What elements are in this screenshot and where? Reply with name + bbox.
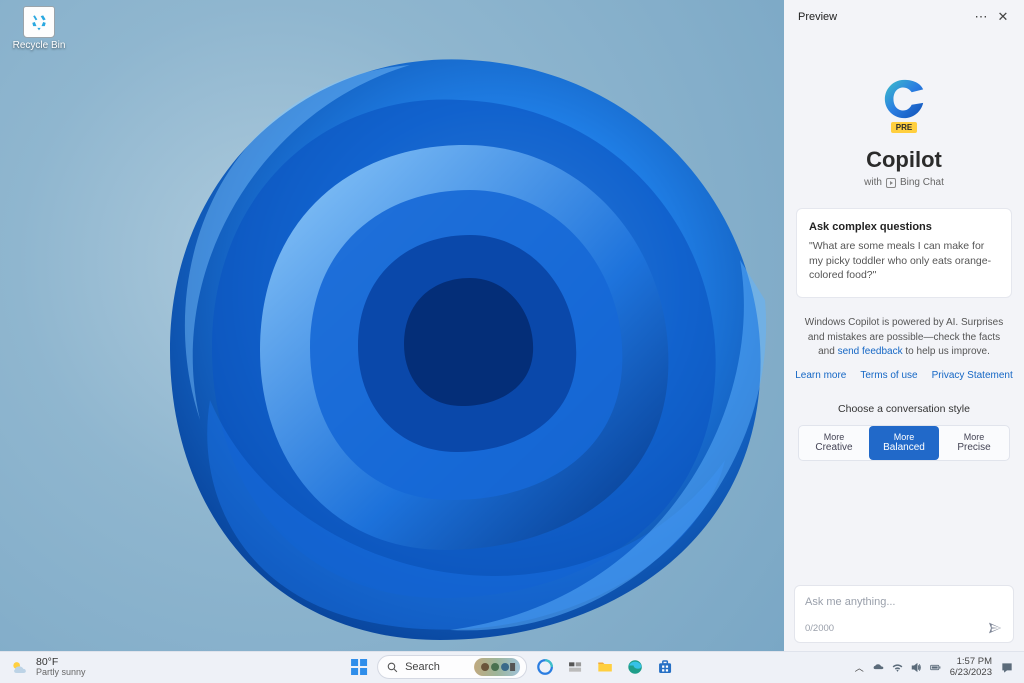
task-view-icon[interactable] (563, 655, 587, 679)
network-icon (891, 661, 904, 674)
search-label: Search (405, 661, 468, 673)
edge-icon[interactable] (623, 655, 647, 679)
char-counter: 0/2000 (805, 623, 834, 634)
recycle-bin[interactable]: Recycle Bin (10, 6, 68, 51)
search-highlight-art (474, 658, 520, 676)
start-button[interactable] (347, 655, 371, 679)
recycle-bin-label: Recycle Bin (10, 40, 68, 51)
recycle-bin-icon (23, 6, 55, 38)
clock-time: 1:57 PM (950, 657, 992, 667)
privacy-link[interactable]: Privacy Statement (932, 370, 1013, 381)
weather-cond: Partly sunny (36, 668, 86, 678)
desktop-background[interactable]: Recycle Bin (0, 0, 784, 651)
notifications-icon[interactable] (1000, 661, 1014, 675)
style-creative[interactable]: MoreCreative (799, 426, 869, 461)
search-icon (386, 661, 399, 674)
clock-date: 6/23/2023 (950, 668, 992, 678)
chat-input[interactable] (805, 596, 1003, 608)
conversation-style-label: Choose a conversation style (784, 403, 1024, 415)
store-icon[interactable] (653, 655, 677, 679)
weather-widget[interactable]: 80°F Partly sunny (10, 657, 86, 678)
chat-input-box: 0/2000 (794, 585, 1014, 643)
suggestion-card[interactable]: Ask complex questions "What are some mea… (796, 208, 1012, 298)
close-button[interactable]: ✕ (992, 6, 1014, 28)
send-feedback-link[interactable]: send feedback (838, 346, 903, 357)
onedrive-icon (872, 661, 885, 674)
style-precise[interactable]: MorePrecise (939, 426, 1009, 461)
copilot-panel: Preview ⋯ ✕ PRE Copi (784, 0, 1024, 651)
file-explorer-icon[interactable] (593, 655, 617, 679)
bing-play-icon (886, 178, 896, 188)
conversation-style-picker: MoreCreative MoreBalanced MorePrecise (798, 425, 1010, 462)
send-icon[interactable] (987, 620, 1003, 636)
tray-overflow[interactable]: ︿ (855, 661, 864, 674)
copilot-product-name: Copilot (784, 147, 1024, 173)
terms-link[interactable]: Terms of use (860, 370, 917, 381)
system-tray[interactable] (872, 661, 942, 674)
copilot-header-title: Preview (798, 11, 837, 23)
copilot-logo-icon: PRE (784, 76, 1024, 137)
taskbar: 80°F Partly sunny Search (0, 651, 1024, 683)
weather-icon (10, 658, 30, 678)
taskbar-clock[interactable]: 1:57 PM 6/23/2023 (950, 657, 992, 678)
preview-badge: PRE (891, 122, 917, 133)
suggestion-card-title: Ask complex questions (809, 221, 999, 233)
learn-more-link[interactable]: Learn more (795, 370, 846, 381)
volume-icon (910, 661, 923, 674)
suggestion-card-body: "What are some meals I can make for my p… (809, 239, 999, 283)
copilot-subline: with Bing Chat (784, 177, 1024, 188)
more-button[interactable]: ⋯ (970, 6, 992, 28)
taskbar-search[interactable]: Search (377, 655, 527, 679)
battery-icon (929, 661, 942, 674)
copilot-taskbar-icon[interactable] (533, 655, 557, 679)
disclaimer-text: Windows Copilot is powered by AI. Surpri… (800, 316, 1008, 360)
wallpaper-bloom (120, 10, 784, 650)
style-balanced[interactable]: MoreBalanced (869, 426, 939, 461)
